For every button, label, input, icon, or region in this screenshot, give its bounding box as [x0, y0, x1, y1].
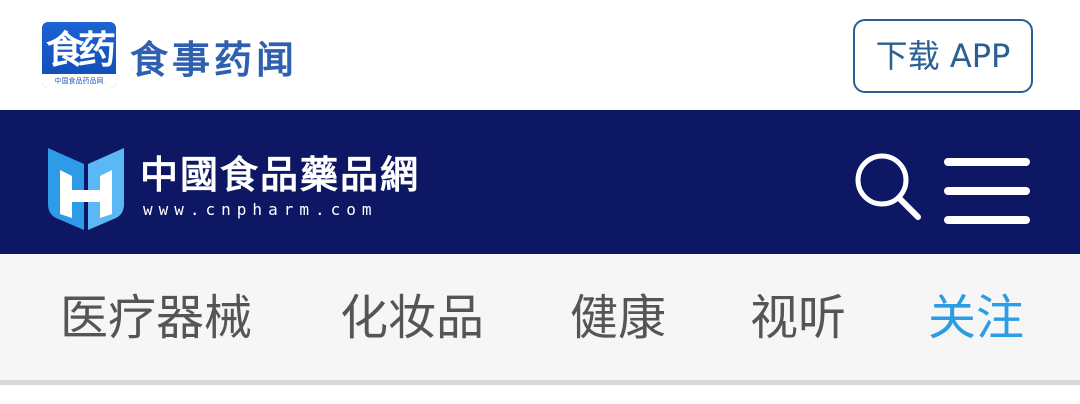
site-name: 中國食品藥品網 [140, 152, 421, 197]
site-url: www.cnpharm.com [143, 200, 378, 219]
tabs-divider [0, 380, 1080, 385]
download-app-button[interactable]: 下载 APP [853, 19, 1033, 93]
site-logo[interactable] [44, 144, 128, 230]
tab-medical-devices[interactable]: 医疗器械 [60, 254, 252, 382]
search-button[interactable] [852, 152, 924, 222]
app-logo-glyph: 食药 [46, 27, 116, 72]
site-logo-icon [48, 148, 124, 230]
search-icon [855, 153, 921, 220]
tab-cosmetics[interactable]: 化妆品 [340, 254, 484, 382]
top-app-bar: 食药 中国食品药品网 食事药闻 下载 APP [0, 0, 1080, 110]
tab-audio-video[interactable]: 视听 [750, 254, 846, 382]
app-logo-subtext: 中国食品药品网 [42, 74, 116, 88]
menu-button[interactable] [942, 156, 1032, 226]
category-tabs: 医疗器械 化妆品 健康 视听 关注 [0, 254, 1080, 382]
app-logo[interactable]: 食药 中国食品药品网 [42, 22, 116, 88]
menu-icon [944, 158, 1030, 224]
app-name: 食事药闻 [130, 37, 299, 82]
tab-follow[interactable]: 关注 [928, 254, 1024, 382]
tab-health[interactable]: 健康 [570, 254, 666, 382]
